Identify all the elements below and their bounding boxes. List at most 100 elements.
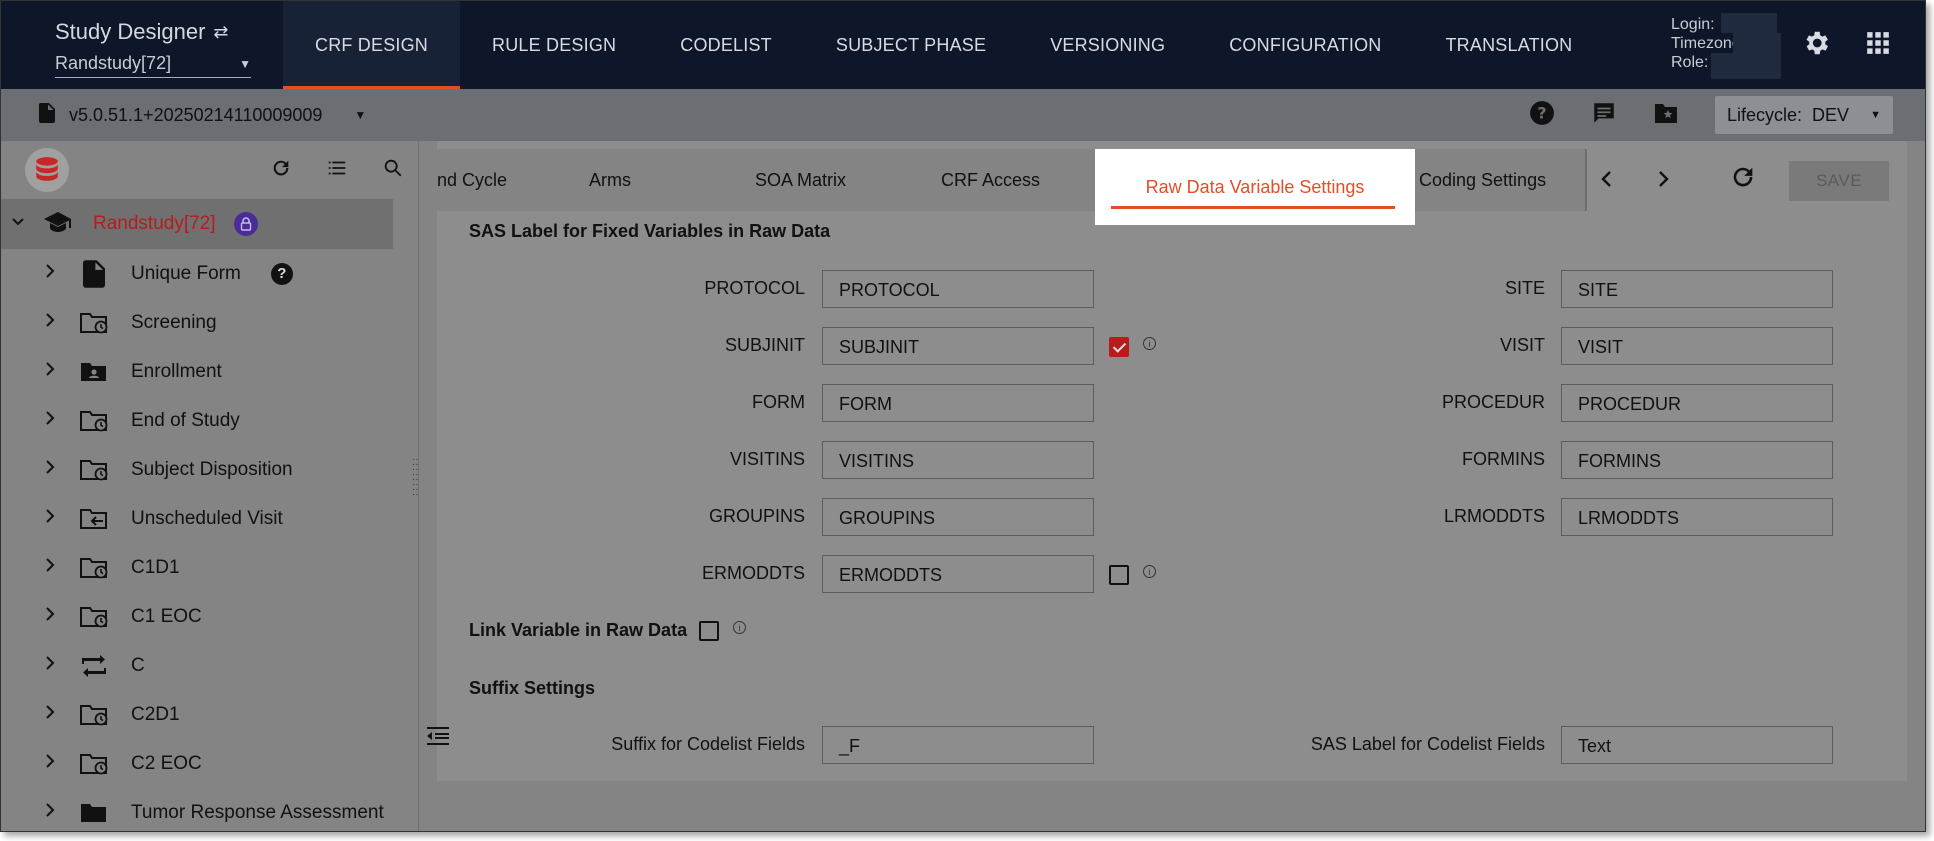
tree-item[interactable]: Enrollment bbox=[1, 347, 418, 396]
tree-tools bbox=[270, 157, 418, 184]
tree-item[interactable]: End of Study bbox=[1, 396, 418, 445]
refresh-icon[interactable] bbox=[1729, 163, 1757, 196]
tab-soa-matrix[interactable]: SOA Matrix bbox=[755, 149, 941, 211]
collapse-panel-icon[interactable] bbox=[425, 725, 451, 752]
tree-item[interactable]: Tumor Response Assessment bbox=[1, 788, 418, 831]
folder-clock-icon bbox=[79, 556, 109, 580]
nav-tab-translation[interactable]: TRANSLATION bbox=[1413, 1, 1604, 89]
procedur-field[interactable]: PROCEDUR bbox=[1561, 384, 1833, 422]
swap-icon[interactable]: ⇄ bbox=[213, 22, 228, 43]
visit-field[interactable]: VISIT bbox=[1561, 327, 1833, 365]
tree-root-item[interactable]: Randstudy[72] bbox=[1, 199, 393, 249]
lifecycle-selector[interactable]: Lifecycle: DEV ▼ bbox=[1715, 96, 1893, 134]
tree-item-label: Enrollment bbox=[131, 360, 222, 382]
tree-item-label: Subject Disposition bbox=[131, 458, 293, 480]
chevron-right-icon[interactable] bbox=[43, 459, 57, 481]
nav-tab-versioning[interactable]: VERSIONING bbox=[1018, 1, 1197, 89]
tab-cycle[interactable]: nd Cycle bbox=[437, 149, 589, 211]
chevron-right-icon[interactable] bbox=[43, 508, 57, 530]
tree-item[interactable]: C bbox=[1, 641, 418, 690]
help-icon[interactable]: ? bbox=[1529, 100, 1555, 131]
visitins-field[interactable]: VISITINS bbox=[822, 441, 1094, 479]
nav-tab-codelist[interactable]: CODELIST bbox=[648, 1, 804, 89]
search-icon[interactable] bbox=[382, 157, 404, 184]
tab-coding-settings[interactable]: Coding Settings bbox=[1419, 149, 1579, 211]
sas-label-codelist-field[interactable]: Text bbox=[1561, 726, 1833, 764]
link-variable-checkbox[interactable] bbox=[699, 621, 719, 641]
chevron-right-icon[interactable] bbox=[43, 753, 57, 775]
subjinit-checkbox[interactable] bbox=[1109, 337, 1129, 357]
tree-item[interactable]: C2 EOC bbox=[1, 739, 418, 788]
refresh-icon[interactable] bbox=[270, 157, 292, 184]
repeat-icon bbox=[79, 654, 109, 678]
folder-arrow-icon bbox=[79, 507, 109, 531]
redacted-value bbox=[1733, 33, 1781, 53]
tab-raw-data-variable-settings[interactable]: Raw Data Variable Settings bbox=[1095, 149, 1415, 225]
tree-item[interactable]: C1D1 bbox=[1, 543, 418, 592]
chevron-right-icon[interactable] bbox=[43, 410, 57, 432]
save-button[interactable]: SAVE bbox=[1789, 161, 1889, 201]
nav-tab-label: CONFIGURATION bbox=[1229, 34, 1382, 55]
info-icon[interactable]: i bbox=[733, 621, 746, 634]
database-icon[interactable] bbox=[25, 148, 69, 192]
tree-item[interactable]: Unscheduled Visit bbox=[1, 494, 418, 543]
chevron-right-icon[interactable] bbox=[43, 312, 57, 334]
tree-item[interactable]: Screening bbox=[1, 298, 418, 347]
info-icon[interactable]: i bbox=[1143, 337, 1156, 350]
nav-tab-subject-phase[interactable]: SUBJECT PHASE bbox=[804, 1, 1018, 89]
nav-tab-label: SUBJECT PHASE bbox=[835, 34, 987, 55]
tree-item[interactable]: C1 EOC bbox=[1, 592, 418, 641]
nav-tab-label: CRF DESIGN bbox=[315, 34, 429, 55]
app-title-row[interactable]: Study Designer ⇄ bbox=[55, 19, 283, 45]
folder-clock-icon bbox=[79, 605, 109, 629]
groupins-field[interactable]: GROUPINS bbox=[822, 498, 1094, 536]
subjinit-field[interactable]: SUBJINIT bbox=[822, 327, 1094, 365]
content-footer bbox=[437, 781, 1907, 831]
nav-tab-rule-design[interactable]: RULE DESIGN bbox=[460, 1, 648, 89]
study-tree-panel: Randstudy[72] Unique Form? Screening Enrol… bbox=[1, 141, 419, 831]
suffix-codelist-field[interactable]: _F bbox=[822, 726, 1094, 764]
chevron-right-icon[interactable] bbox=[43, 557, 57, 579]
tree-item[interactable]: Unique Form? bbox=[1, 249, 418, 298]
ermoddts-checkbox[interactable] bbox=[1109, 565, 1129, 585]
gear-icon[interactable] bbox=[1801, 28, 1831, 63]
chevron-right-icon[interactable] bbox=[43, 263, 57, 285]
field-label-lrmoddts: LRMODDTS bbox=[1443, 506, 1545, 526]
study-selector[interactable]: Randstudy[72] ▼ bbox=[55, 53, 251, 78]
chevron-down-icon[interactable] bbox=[11, 215, 25, 234]
comment-icon[interactable] bbox=[1591, 100, 1617, 131]
brand-area: Study Designer ⇄ Randstudy[72] ▼ bbox=[1, 1, 283, 89]
chevron-right-icon[interactable] bbox=[43, 361, 57, 383]
tab-label: Arms bbox=[589, 169, 631, 190]
tab-arms[interactable]: Arms bbox=[589, 149, 755, 211]
info-icon[interactable]: i bbox=[1143, 565, 1156, 578]
version-value: v5.0.51.1+20250214110009009 bbox=[69, 104, 323, 125]
formins-field[interactable]: FORMINS bbox=[1561, 441, 1833, 479]
chevron-right-icon[interactable] bbox=[1653, 159, 1673, 204]
lock-icon bbox=[233, 212, 258, 236]
panel-resize-handle[interactable]: ·· ·· ·· ·· ·· ·· ·· ·· bbox=[412, 455, 419, 501]
apps-grid-icon[interactable] bbox=[1865, 30, 1891, 61]
help-icon[interactable]: ? bbox=[270, 262, 293, 285]
chevron-right-icon[interactable] bbox=[43, 655, 57, 677]
nav-tab-crf-design[interactable]: CRF DESIGN bbox=[283, 1, 461, 89]
chevron-left-icon[interactable] bbox=[1597, 159, 1617, 204]
chevron-right-icon[interactable] bbox=[43, 704, 57, 726]
tab-crf-access[interactable]: CRF Access bbox=[941, 149, 1109, 211]
nav-tab-configuration[interactable]: CONFIGURATION bbox=[1197, 1, 1413, 89]
chevron-right-icon[interactable] bbox=[43, 802, 57, 824]
bookmark-folder-icon[interactable] bbox=[1653, 101, 1679, 130]
protocol-field[interactable]: PROTOCOL bbox=[822, 270, 1094, 308]
form-field[interactable]: FORM bbox=[822, 384, 1094, 422]
lrmoddts-field[interactable]: LRMODDTS bbox=[1561, 498, 1833, 536]
version-selector[interactable]: v5.0.51.1+20250214110009009 ▼ bbox=[39, 102, 366, 128]
tree-item[interactable]: Subject Disposition bbox=[1, 445, 418, 494]
field-label-visitins: VISITINS bbox=[729, 449, 805, 469]
tree-item[interactable]: C2D1 bbox=[1, 690, 418, 739]
list-icon[interactable] bbox=[326, 157, 348, 184]
raw-data-settings-form: SAS Label for Fixed Variables in Raw Dat… bbox=[437, 213, 1907, 800]
site-field[interactable]: SITE bbox=[1561, 270, 1833, 308]
folder-clock-icon bbox=[79, 752, 109, 776]
ermoddts-field[interactable]: ERMODDTS bbox=[822, 555, 1094, 593]
chevron-right-icon[interactable] bbox=[43, 606, 57, 628]
